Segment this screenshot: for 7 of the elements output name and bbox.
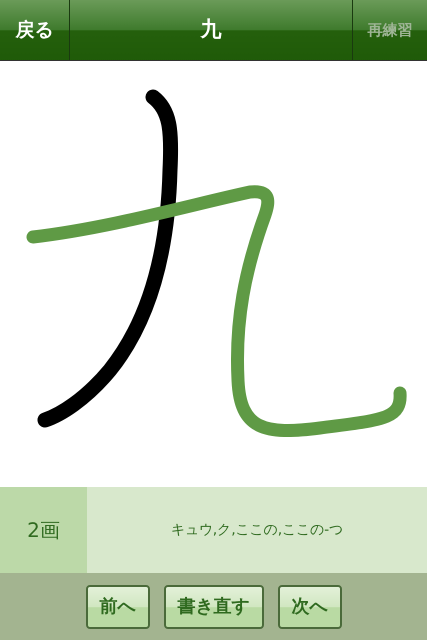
- stroke-count: 2画: [0, 487, 87, 573]
- nav-title: 九: [199, 16, 222, 44]
- toolbar-button[interactable]: 前へ: [86, 584, 150, 628]
- toolbar-button[interactable]: 書き直す: [164, 584, 264, 628]
- back-button[interactable]: 戻る: [0, 0, 70, 60]
- toolbar-button[interactable]: 次へ: [278, 584, 342, 628]
- readings-text: キュウ,ク,ここの,ここの-つ: [170, 520, 344, 540]
